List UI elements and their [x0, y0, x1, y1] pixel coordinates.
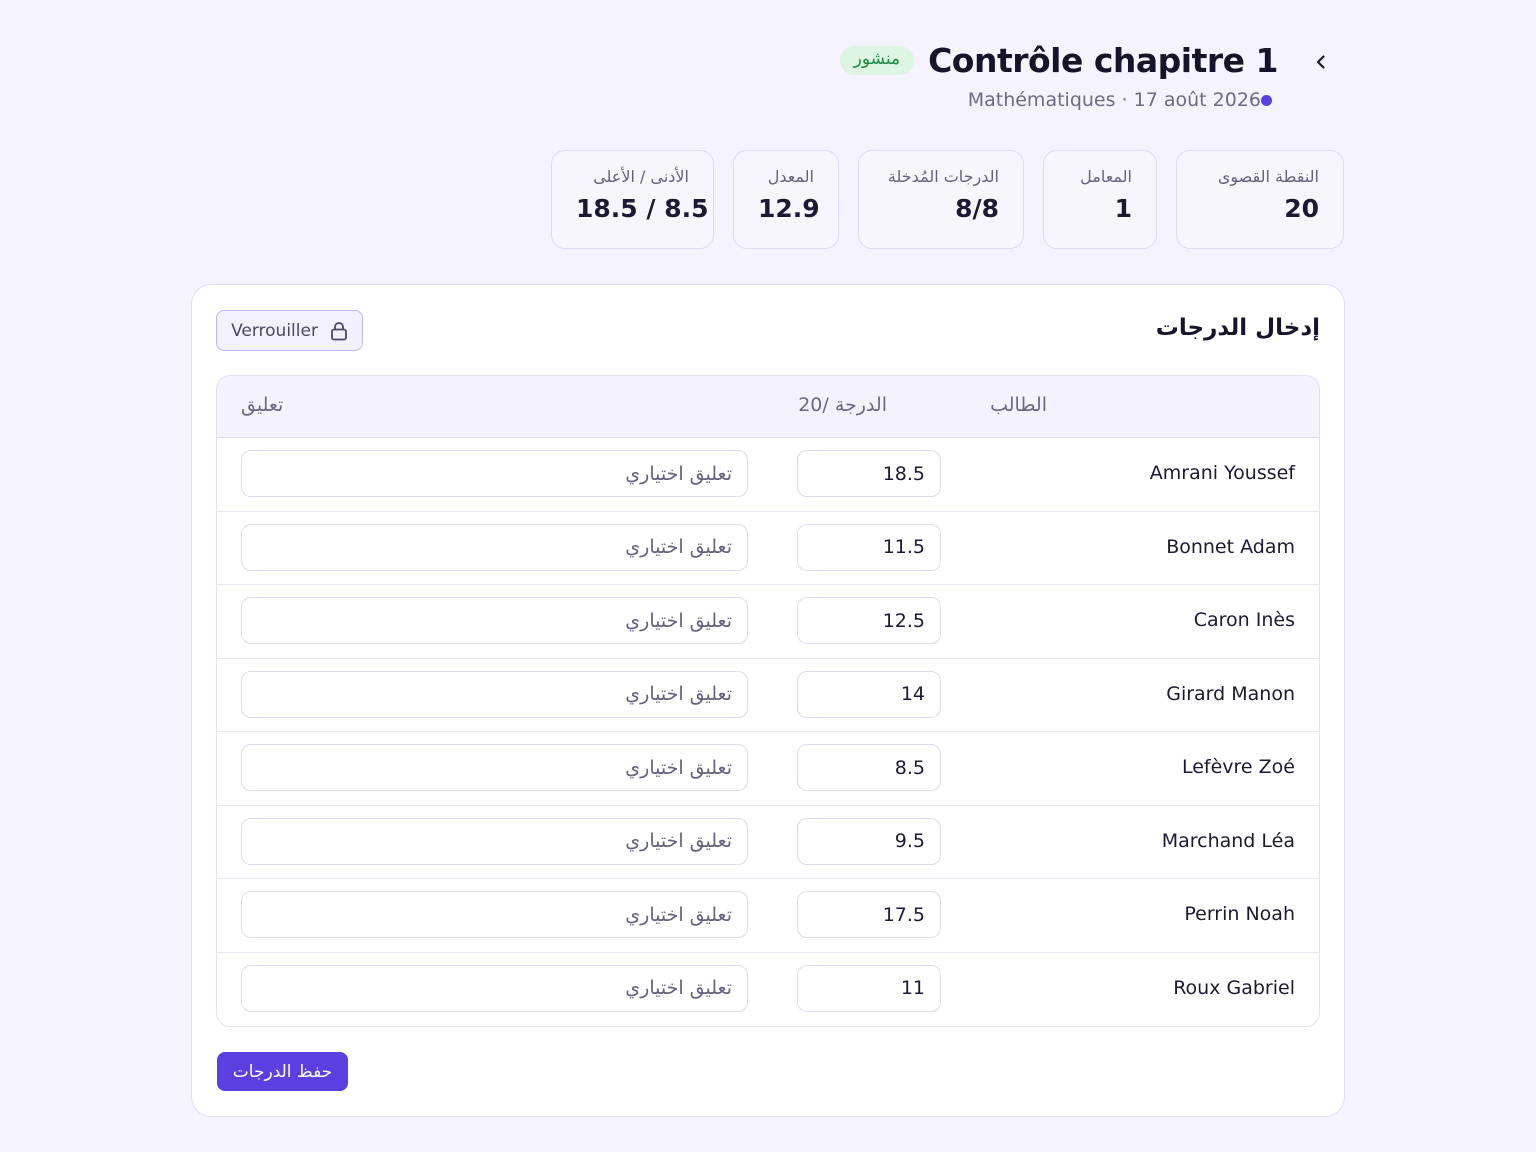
stat-min-max: الأدنى / الأعلى 18.5 / 8.5: [551, 150, 714, 249]
stat-max-score: النقطة القصوى 20: [1176, 150, 1344, 249]
comment-input[interactable]: [241, 597, 748, 644]
stat-entered-grades: الدرجات المُدخلة 8/8: [858, 150, 1024, 249]
student-name: Caron Inès: [1193, 609, 1295, 631]
student-name: Lefèvre Zoé: [1181, 756, 1295, 778]
table-row: Caron Inès: [217, 585, 1319, 659]
save-grades-button[interactable]: حفظ الدرجات: [217, 1052, 348, 1091]
stat-label: الأدنى / الأعلى: [593, 167, 689, 186]
subtitle-text: Mathématiques · 17 août 2026: [967, 89, 1261, 111]
status-badge: منشور: [839, 45, 915, 75]
lock-button-label: Verrouiller: [231, 320, 318, 341]
student-name: Amrani Youssef: [1149, 462, 1295, 484]
lock-button[interactable]: Verrouiller: [216, 310, 363, 351]
stat-label: المعدل: [767, 167, 814, 186]
grade-input[interactable]: [797, 450, 941, 497]
table-row: Girard Manon: [217, 659, 1319, 732]
comment-input[interactable]: [241, 523, 748, 571]
page-title: Contrôle chapitre 1: [928, 40, 1278, 80]
stat-value: 20: [1284, 194, 1319, 223]
stat-value: 18.5 / 8.5: [576, 194, 709, 223]
student-name: Bonnet Adam: [1166, 535, 1295, 558]
chevron-left-icon: [1316, 55, 1325, 69]
title-row: Contrôle chapitre 1 منشور: [839, 38, 1278, 82]
table-row: Perrin Noah: [217, 879, 1319, 953]
back-button[interactable]: [1305, 46, 1337, 78]
grade-input[interactable]: [797, 597, 941, 644]
stat-average: المعدل 12.9: [733, 150, 839, 249]
table-row: Bonnet Adam: [217, 512, 1319, 585]
stat-coefficient: المعامل 1: [1043, 150, 1157, 249]
table-row: Amrani Youssef: [217, 438, 1319, 512]
comment-input[interactable]: [241, 817, 748, 865]
comment-input[interactable]: [241, 964, 748, 1012]
table-row: Roux Gabriel: [217, 953, 1319, 1027]
subject-color-dot: [1261, 94, 1272, 106]
table-header: الطالب الدرجة /20 تعليق: [217, 376, 1319, 438]
lock-icon: [331, 321, 347, 340]
column-header-comment: تعليق: [241, 394, 284, 416]
table-row: Lefèvre Zoé: [217, 732, 1319, 806]
table-row: Marchand Léa: [217, 806, 1319, 879]
stat-value: 12.9: [758, 194, 820, 223]
student-name: Perrin Noah: [1184, 903, 1295, 925]
grade-input[interactable]: [797, 817, 941, 865]
stat-value: 1: [1114, 194, 1132, 223]
student-name: Roux Gabriel: [1173, 976, 1295, 999]
grade-input[interactable]: [797, 964, 941, 1012]
grade-input[interactable]: [797, 523, 941, 571]
stats-row: النقطة القصوى 20 المعامل 1 الدرجات المُد…: [551, 150, 1344, 249]
subtitle: Mathématiques · 17 août 2026: [968, 87, 1272, 113]
student-name: Girard Manon: [1166, 682, 1295, 705]
comment-input[interactable]: [241, 744, 748, 791]
grade-input[interactable]: [797, 744, 941, 791]
grade-input[interactable]: [797, 670, 941, 718]
column-header-grade: الدرجة /20: [798, 394, 887, 416]
grades-card: إدخال الدرجات Verrouiller الطالب الدرجة …: [191, 284, 1345, 1117]
comment-input[interactable]: [241, 670, 748, 718]
card-title: إدخال الدرجات: [1155, 315, 1320, 341]
comment-input[interactable]: [241, 891, 748, 938]
stat-label: النقطة القصوى: [1217, 167, 1319, 186]
stat-label: الدرجات المُدخلة: [887, 167, 999, 186]
comment-input[interactable]: [241, 450, 748, 497]
column-header-student: الطالب: [990, 394, 1047, 416]
stat-label: المعامل: [1080, 167, 1132, 186]
grade-input[interactable]: [797, 891, 941, 938]
student-name: Marchand Léa: [1161, 829, 1295, 852]
grades-table: الطالب الدرجة /20 تعليق Amrani Youssef B…: [216, 375, 1320, 1027]
stat-value: 8/8: [955, 194, 999, 223]
